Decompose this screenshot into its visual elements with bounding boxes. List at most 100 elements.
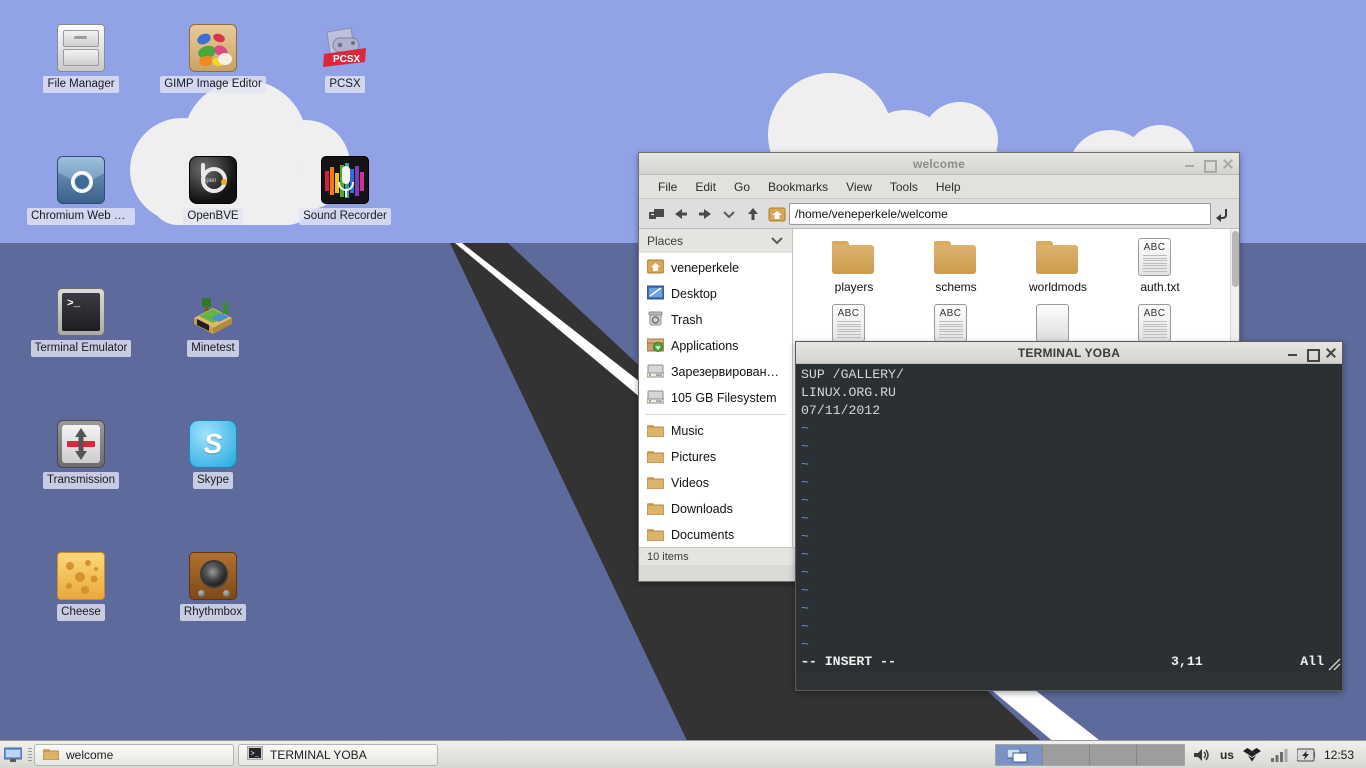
file-item[interactable]: ABC auth.txt (1109, 237, 1211, 303)
clock[interactable]: 12:53 (1324, 748, 1358, 762)
workspace-1[interactable] (995, 744, 1043, 765)
place-label: Pictures (671, 450, 717, 464)
file-item[interactable]: schems (905, 237, 1007, 303)
file-manager-titlebar[interactable]: welcome (639, 153, 1239, 175)
show-desktop-icon[interactable] (0, 742, 26, 768)
desktop-icon-gimp[interactable]: GIMP Image Editor (158, 24, 268, 93)
vim-empty-line: ~ (801, 601, 809, 616)
close-button[interactable] (1222, 159, 1233, 170)
taskbar-item-welcome[interactable]: welcome (34, 743, 234, 766)
scrollbar-thumb[interactable] (1232, 231, 1239, 287)
place-label: Desktop (671, 287, 717, 301)
file-name: schems (935, 280, 977, 294)
desktop-icon-transmission[interactable]: Transmission (26, 420, 136, 489)
file-name: players (834, 280, 874, 294)
network-signal-icon[interactable] (1270, 746, 1288, 764)
new-tab-icon[interactable] (645, 202, 669, 226)
menu-help[interactable]: Help (927, 178, 970, 196)
taskbar[interactable]: welcome >_ TERMINAL YOBA us 12:53 (0, 740, 1366, 768)
dropbox-icon[interactable] (1242, 746, 1261, 764)
home-icon[interactable] (765, 202, 789, 226)
go-icon[interactable] (1211, 202, 1233, 226)
menu-view[interactable]: View (837, 178, 881, 196)
vim-empty-line: ~ (801, 493, 809, 508)
desktop-icon-pcsx[interactable]: PCSX PCSX (290, 24, 400, 93)
taskbar-item-label: welcome (66, 747, 114, 762)
taskbar-drag-handle[interactable] (26, 746, 34, 764)
vim-empty-line: ~ (801, 547, 809, 562)
place-item-trash[interactable]: Trash (639, 307, 792, 333)
menu-tools[interactable]: Tools (881, 178, 927, 196)
maximize-button[interactable] (1203, 159, 1217, 173)
place-item-videos[interactable]: Videos (639, 470, 792, 496)
places-header[interactable]: Places (639, 229, 792, 253)
history-dropdown-icon[interactable] (717, 202, 741, 226)
system-tray[interactable]: us 12:53 (1193, 746, 1366, 764)
place-item-105gb-filesystem[interactable]: 105 GB Filesystem (639, 385, 792, 411)
place-item-music[interactable]: Music (639, 418, 792, 444)
workspace-switcher[interactable] (994, 743, 1185, 766)
desktop-icon-sound-recorder[interactable]: Sound Recorder (290, 156, 400, 225)
desktop-icon-skype[interactable]: S Skype (158, 420, 268, 489)
desktop-icon-label: Rhythmbox (179, 604, 247, 621)
places-list[interactable]: veneperkele Desktop Trash Applications З… (639, 253, 792, 547)
file-item[interactable]: worldmods (1007, 237, 1109, 303)
places-collapse-icon[interactable] (770, 234, 784, 248)
window-title: welcome (912, 156, 966, 171)
menu-go[interactable]: Go (725, 178, 759, 196)
maximize-button[interactable] (1306, 348, 1320, 362)
battery-icon[interactable] (1296, 746, 1315, 764)
place-item-desktop[interactable]: Desktop (639, 281, 792, 307)
terminal-screen[interactable]: SUP /GALLERY/ LINUX.ORG.RU 07/11/2012 ~ ~… (796, 364, 1342, 672)
file-name: worldmods (1028, 280, 1088, 294)
file-item[interactable]: players (803, 237, 905, 303)
menu-bookmarks[interactable]: Bookmarks (759, 178, 837, 196)
desktop-icon-label: Sound Recorder (299, 208, 391, 225)
vim-empty-lines: ~ ~ ~ ~ ~ ~ ~ ~ ~ ~ ~ ~ ~ ~ (801, 420, 1338, 672)
keyboard-layout-indicator[interactable]: us (1220, 748, 1234, 762)
desktop-icon-terminal-emulator[interactable]: >_ Terminal Emulator (26, 288, 136, 357)
place-item-documents[interactable]: Documents (639, 522, 792, 547)
place-item-reserved-drive[interactable]: Зарезервирован… (639, 359, 792, 385)
workspace-4[interactable] (1136, 744, 1184, 765)
desktop-icon-file-manager[interactable]: File Manager (26, 24, 136, 93)
desktop-icon-label: GIMP Image Editor (160, 76, 266, 93)
resize-grip[interactable] (1327, 657, 1341, 671)
desktop-icon-cheese[interactable]: Cheese (26, 552, 136, 621)
folder-icon (646, 527, 665, 544)
minimize-button[interactable] (1287, 348, 1298, 359)
path-input[interactable] (789, 202, 1211, 225)
desktop-icon-openbve[interactable]: open OpenBVE (158, 156, 268, 225)
file-manager-menubar[interactable]: File Edit Go Bookmarks View Tools Help (639, 175, 1239, 199)
place-item-veneperkele[interactable]: veneperkele (639, 255, 792, 281)
doc-glyph-label: ABC (939, 308, 962, 319)
terminal-titlebar[interactable]: TERMINAL YOBA (796, 342, 1342, 364)
volume-icon[interactable] (1193, 746, 1211, 764)
close-button[interactable] (1325, 348, 1336, 359)
back-icon[interactable] (669, 202, 693, 226)
place-item-pictures[interactable]: Pictures (639, 444, 792, 470)
folder-icon (646, 423, 665, 440)
forward-icon[interactable] (693, 202, 717, 226)
taskbar-item-terminal-yoba[interactable]: >_ TERMINAL YOBA (238, 743, 438, 766)
text-file-icon: ABC (934, 303, 978, 343)
place-item-downloads[interactable]: Downloads (639, 496, 792, 522)
menu-edit[interactable]: Edit (686, 178, 725, 196)
skype-icon: S (189, 420, 237, 468)
place-item-applications[interactable]: Applications (639, 333, 792, 359)
desktop-icon-chromium[interactable]: Chromium Web Br… (26, 156, 136, 225)
place-label: Trash (671, 313, 703, 327)
minimize-button[interactable] (1184, 159, 1195, 170)
file-manager-toolbar[interactable] (639, 199, 1239, 229)
up-icon[interactable] (741, 202, 765, 226)
text-file-icon: ABC (1138, 303, 1182, 343)
workspace-3[interactable] (1089, 744, 1137, 765)
desktop-icon-rhythmbox[interactable]: Rhythmbox (158, 552, 268, 621)
desktop-icon-label: Minetest (187, 340, 239, 357)
desktop-icon-label: OpenBVE (183, 208, 243, 225)
terminal-window[interactable]: TERMINAL YOBA SUP /GALLERY/ LINUX.ORG.RU… (795, 341, 1343, 691)
menu-file[interactable]: File (649, 178, 686, 196)
places-title: Places (647, 234, 684, 248)
workspace-2[interactable] (1042, 744, 1090, 765)
desktop-icon-minetest[interactable]: Minetest (158, 288, 268, 357)
